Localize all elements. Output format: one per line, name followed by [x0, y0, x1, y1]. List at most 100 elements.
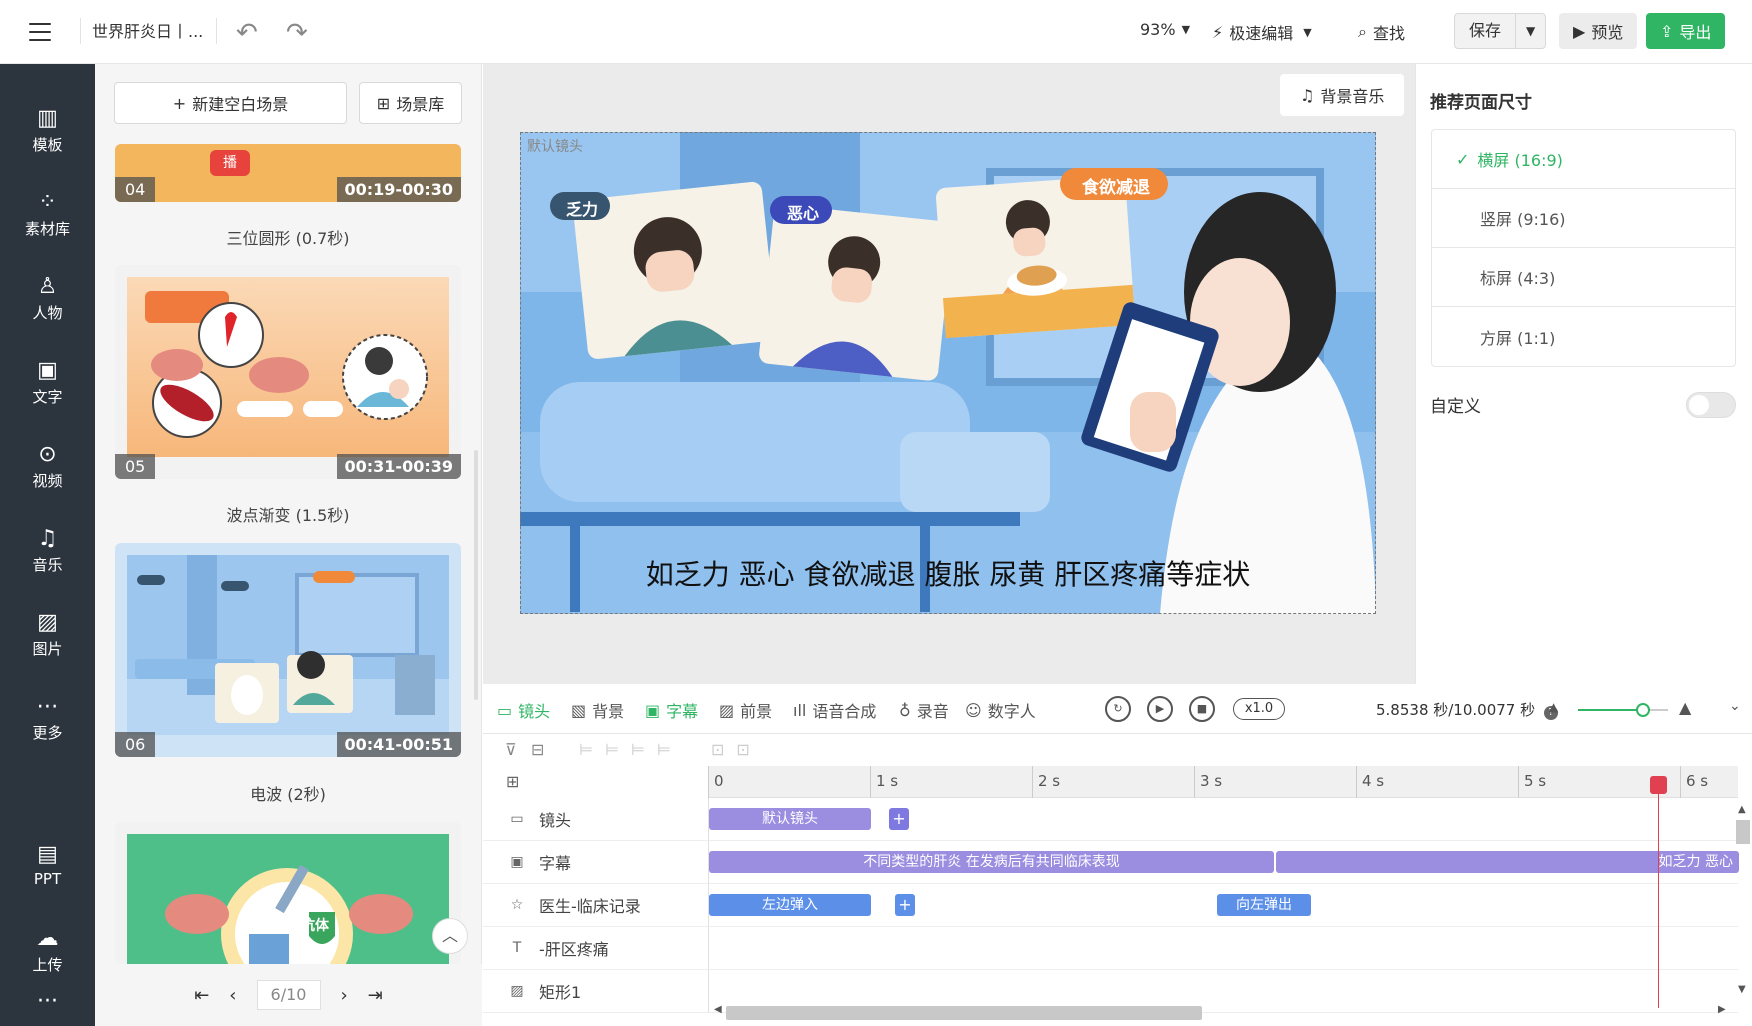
track-header-liver-pain[interactable]: T -肝区疼痛	[483, 927, 708, 970]
hamburger-menu-icon[interactable]	[28, 20, 52, 44]
tab-digital-human[interactable]: ☺ 数字人	[965, 698, 1036, 722]
tab-recording[interactable]: ♁ 录音	[899, 698, 949, 722]
export-button[interactable]: ⇪ 导出	[1646, 13, 1726, 49]
person-icon: ♙	[37, 274, 58, 299]
save-button[interactable]: 保存	[1455, 14, 1515, 48]
tab-speech-synthesis[interactable]: ıll 语音合成	[793, 698, 876, 722]
scroll-down-icon[interactable]: ▼	[1738, 984, 1746, 995]
nav-item-upload[interactable]: ☁ 上传	[0, 924, 95, 994]
zoom-in-mountain-icon[interactable]: ▲	[1679, 698, 1691, 717]
nav-item-person[interactable]: ♙ 人物	[0, 272, 95, 342]
next-page-icon[interactable]: ›	[341, 985, 348, 1006]
timeline-horizontal-scrollbar[interactable]	[726, 1006, 1202, 1020]
track-header-doctor-record[interactable]: ☆ 医生-临床记录	[483, 884, 708, 927]
timeline-ruler[interactable]: 0 1 s 2 s 3 s 4 s 5 s 6 s	[708, 766, 1738, 798]
scene-thumbnail-04[interactable]: 播 04 00:19-00:30	[115, 144, 461, 202]
page-size-option-16-9[interactable]: ✓ 横屏 (16:9)	[1432, 130, 1735, 189]
scroll-up-icon[interactable]: ▲	[1738, 804, 1746, 815]
scroll-left-icon[interactable]: ◀	[714, 1004, 722, 1015]
scene-thumbnail-05[interactable]: 05 00:31-00:39	[115, 265, 461, 479]
filter-icon[interactable]: ⊽	[505, 740, 517, 759]
scene-thumbnail-06[interactable]: 06 00:41-00:51	[115, 543, 461, 757]
collapse-timeline-icon[interactable]: ⌄	[1729, 698, 1741, 714]
page-size-option-1-1[interactable]: 方屏 (1:1)	[1432, 307, 1735, 366]
first-page-icon[interactable]: ⇤	[194, 985, 209, 1006]
custom-size-toggle[interactable]	[1686, 392, 1736, 418]
search-icon: ⌕	[1358, 22, 1367, 41]
scroll-right-icon[interactable]: ▶	[1718, 1004, 1726, 1015]
page-indicator-input[interactable]: 6/10	[256, 980, 321, 1010]
previous-page-icon[interactable]: ‹	[229, 985, 236, 1006]
track-header-camera[interactable]: ▭ 镜头	[483, 798, 708, 841]
undo-icon[interactable]: ↶	[236, 18, 258, 48]
tab-subtitle[interactable]: ▣ 字幕	[645, 698, 698, 722]
timeline-vertical-scrollbar[interactable]	[1736, 820, 1750, 844]
save-button-group: 保存 ▼	[1454, 13, 1547, 49]
playback-speed-button[interactable]: x1.0	[1233, 698, 1285, 720]
preview-button[interactable]: ▶ 预览	[1559, 13, 1638, 49]
nav-item-text[interactable]: ▣ 文字	[0, 356, 95, 426]
layers-icon[interactable]: ⊞	[506, 772, 519, 791]
timeline-tools: ⊽ ⊟ ⊨⊨⊨⊨ ⊡⊡	[483, 734, 1752, 766]
group-icon[interactable]: ⊟	[531, 740, 544, 759]
add-clip-plus-icon[interactable]: +	[895, 894, 915, 916]
replay-icon[interactable]: ↻	[1105, 696, 1131, 722]
timeline-playhead[interactable]	[1650, 776, 1667, 1008]
stage-canvas[interactable]	[520, 132, 1376, 614]
redo-icon[interactable]: ↷	[286, 18, 308, 48]
last-page-icon[interactable]: ⇥	[368, 985, 383, 1006]
new-blank-scene-button[interactable]: + 新建空白场景	[114, 82, 347, 124]
stage-subtitle-text[interactable]: 如乏力 恶心 食欲减退 腹胀 尿黄 肝区疼痛等症状	[520, 553, 1376, 593]
tab-foreground[interactable]: ▨ 前景	[719, 698, 772, 722]
top-bar: 世界肝炎日丨... ↶ ↷ 93% ▼ ⚡ 极速编辑 ▼ ⌕ 查找 保存 ▼ ▶…	[0, 0, 1752, 64]
ruler-tick: 3 s	[1200, 772, 1223, 790]
camera-label: 默认镜头	[527, 139, 583, 155]
timeline-clip[interactable]: 如乏力 恶心	[1276, 851, 1739, 873]
nav-label: 人物	[32, 304, 63, 322]
nav-item-template[interactable]: ▥ 模板	[0, 104, 95, 174]
page-size-label: 横屏 (16:9)	[1477, 151, 1563, 170]
more-dots-icon[interactable]: ···	[0, 991, 95, 1018]
scene-library-button[interactable]: ⊞ 场景库	[359, 82, 462, 124]
stop-icon[interactable]: ■	[1189, 696, 1215, 722]
scene-thumbnail-07[interactable]: 抗体	[115, 822, 461, 964]
nav-item-material-library[interactable]: ⁘ 素材库	[0, 188, 95, 258]
document-title[interactable]: 世界肝炎日丨...	[92, 18, 203, 42]
nav-item-video[interactable]: ⊙ 视频	[0, 440, 95, 510]
tab-label: 字幕	[666, 702, 699, 721]
timeline-clip[interactable]: 左边弹入	[709, 894, 871, 916]
nav-item-music[interactable]: ♫ 音乐	[0, 524, 95, 594]
align-icons: ⊨⊨⊨⊨	[579, 740, 683, 759]
time-display-text: 5.8538 秒/10.0077 秒	[1376, 701, 1536, 719]
background-music-button[interactable]: ♫ 背景音乐	[1280, 74, 1405, 116]
nav-item-ppt[interactable]: ▤ PPT	[0, 840, 95, 910]
page-size-option-4-3[interactable]: 标屏 (4:3)	[1432, 248, 1735, 307]
timeline-clip[interactable]: 默认镜头	[709, 808, 871, 830]
subtitle-icon: ▣	[510, 854, 524, 870]
add-clip-plus-icon[interactable]: +	[889, 808, 909, 830]
timeline-zoom-slider[interactable]	[1578, 703, 1668, 717]
quick-edit-dropdown[interactable]: ⚡ 极速编辑 ▼	[1212, 20, 1312, 44]
nav-item-image[interactable]: ▨ 图片	[0, 608, 95, 678]
page-size-option-9-16[interactable]: 竖屏 (9:16)	[1432, 189, 1735, 248]
scene-panel-scrollbar[interactable]	[474, 450, 478, 700]
save-options-chevron-icon[interactable]: ▼	[1515, 14, 1545, 48]
play-icon[interactable]: ▶	[1147, 696, 1173, 722]
nav-item-more[interactable]: ⋯ 更多	[0, 692, 95, 762]
track-header-rectangle[interactable]: ▨ 矩形1	[483, 970, 708, 1013]
tab-background[interactable]: ▧ 背景	[571, 698, 624, 722]
waveform-icon: ıll	[793, 700, 807, 720]
scene-transition-label[interactable]: 波点渐变 (1.5秒)	[115, 502, 461, 526]
zoom-out-mountain-icon[interactable]: ▲	[1549, 700, 1558, 714]
timeline-clip[interactable]: 不同类型的肝炎 在发病后有共同临床表现	[709, 851, 1274, 873]
find-button[interactable]: ⌕ 查找	[1358, 20, 1405, 44]
scene-time: 00:19-00:30	[336, 177, 461, 202]
background-icon: ▧	[571, 700, 587, 720]
track-header-subtitle[interactable]: ▣ 字幕	[483, 841, 708, 884]
scroll-to-top-chevron-up-icon[interactable]: ︿	[432, 918, 468, 954]
zoom-dropdown[interactable]: 93% ▼	[1140, 20, 1190, 39]
timeline-clip[interactable]: 向左弹出	[1217, 894, 1311, 916]
scene-transition-label[interactable]: 三位圆形 (0.7秒)	[115, 225, 461, 249]
tab-camera[interactable]: ▭ 镜头	[497, 698, 550, 722]
scene-transition-label[interactable]: 电波 (2秒)	[115, 781, 461, 805]
